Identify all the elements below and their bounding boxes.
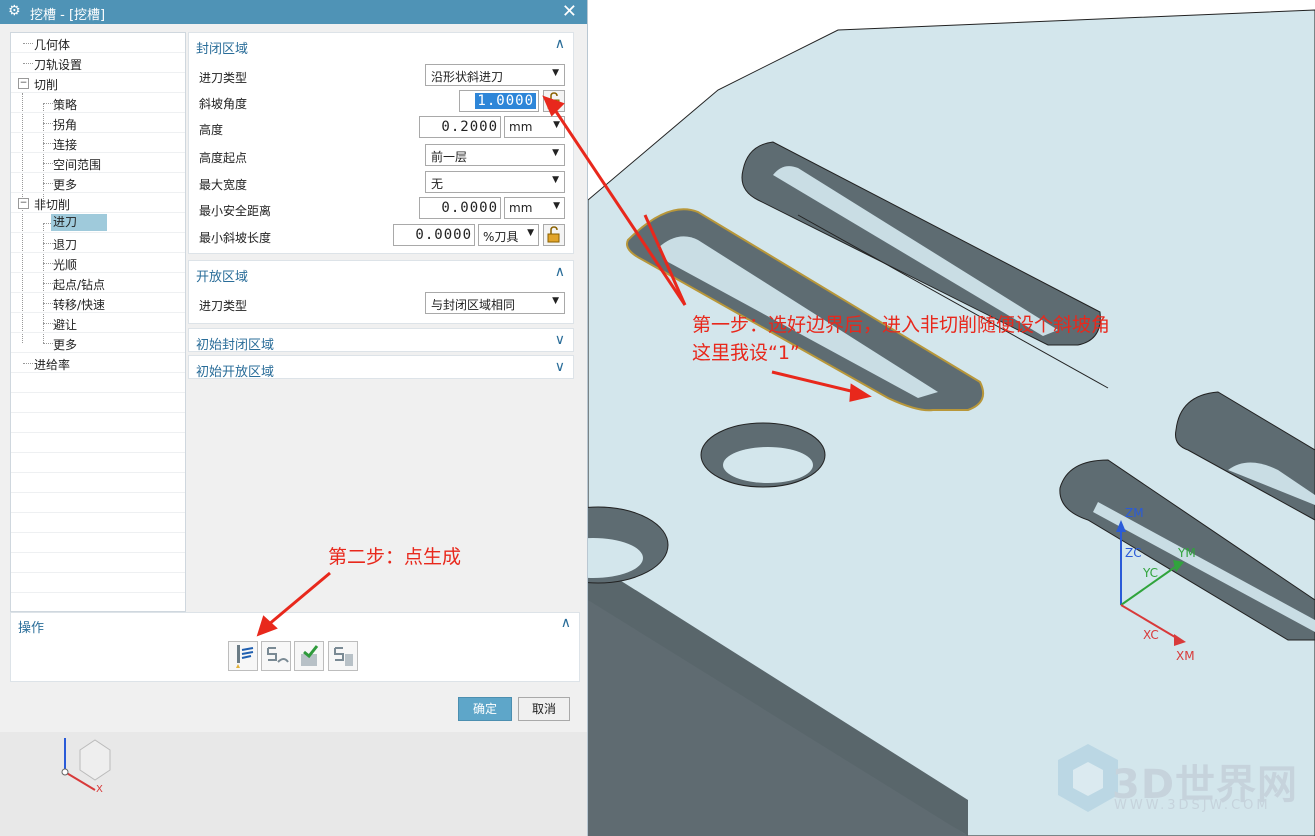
annotation-step2: 第二步：点生成 xyxy=(328,546,462,568)
annotation-arrows xyxy=(256,95,872,637)
annotation-step1-line2: 这里我设“1” xyxy=(692,342,800,364)
annotation-step1-line1: 第一步：选好边界后，进入非切削随便设个斜坡角 xyxy=(692,314,1111,336)
